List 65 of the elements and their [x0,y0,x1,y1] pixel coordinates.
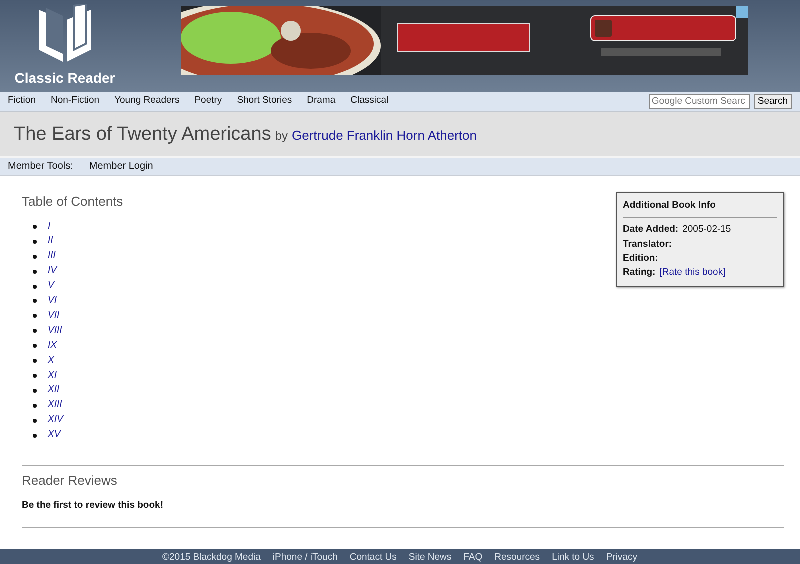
author-link[interactable]: Gertrude Franklin Horn Atherton [292,126,477,146]
reviews-heading: Reader Reviews [22,472,118,490]
field-label: Edition: [623,252,658,266]
chapter-link[interactable]: XIV [48,413,64,428]
by-text: by [275,128,288,145]
bullet-icon [33,434,37,438]
field-label: Translator: [623,238,672,252]
open-book-icon[interactable] [36,4,94,64]
bullet-icon [33,388,37,393]
review-prompt: Be the first to review this book! [22,498,164,512]
bullet-icon [33,418,37,423]
footer-link[interactable]: iPhone / iTouch [272,550,338,564]
chapter-link[interactable]: XIII [48,398,62,414]
rate-link[interactable]: [Rate this book] [660,266,726,280]
chapter-link[interactable]: VI [48,294,57,309]
nav-link[interactable]: Non-Fiction [50,94,100,109]
chapter-link[interactable]: XV [48,428,61,444]
bullet-icon [33,374,37,378]
chapter-link[interactable]: XII [48,383,60,398]
chapter-link[interactable]: IX [48,338,57,354]
bullet-icon [33,284,37,289]
chapter-link[interactable]: II [48,234,54,250]
nav-link[interactable]: Classical [350,94,389,109]
search-button[interactable]: Search [754,94,792,109]
nav-link[interactable]: Young Readers [114,94,180,109]
bullet-icon [33,224,37,229]
footer-link[interactable]: Site News [408,550,452,564]
bullet-icon [33,314,37,318]
chapter-link[interactable]: V [48,279,54,294]
chapter-link[interactable]: VIII [48,324,62,339]
copyright-text: ©2015 Blackdog Media [162,550,261,564]
toc-heading: Table of Contents [22,193,124,211]
info-heading: Additional Book Info [623,199,777,218]
field-value: 2005-02-15 [682,223,732,238]
bullet-icon [33,299,37,304]
member-tools-label: Member Tools: [8,160,74,174]
bullet-icon [33,344,37,348]
bullet-icon [33,329,37,334]
search-field[interactable]: Google Custom Searc [648,94,750,109]
chapter-link[interactable]: IV [48,264,57,280]
nav-link[interactable]: Poetry [194,94,222,109]
nav-link[interactable]: Drama [307,94,336,109]
footer-link[interactable]: Privacy [606,550,638,564]
bullet-icon [33,254,37,259]
footer-link[interactable]: FAQ [464,550,483,564]
bullet-icon [33,404,37,408]
nav-link[interactable]: Short Stories [237,94,292,109]
member-login-link[interactable]: Member Login [89,159,154,174]
book-title: The Ears of Twenty Americans [14,123,272,147]
footer-link[interactable]: Link to Us [552,550,594,564]
bullet-icon [33,359,37,364]
bullet-icon [33,240,37,244]
field-label: Rating: [623,266,656,280]
bullet-icon [33,270,37,274]
chapter-link[interactable]: I [48,220,51,234]
site-logo-text[interactable]: Classic Reader [14,68,116,89]
field-label: Date Added: [623,223,679,238]
footer-link[interactable]: Contact Us [350,550,397,564]
chapter-link[interactable]: VII [48,308,60,324]
review-link[interactable]: review [86,500,116,510]
nav-link[interactable]: Fiction [8,94,36,109]
chapter-link[interactable]: X [48,354,54,369]
footer-link[interactable]: Resources [494,550,540,564]
chapter-link[interactable]: III [48,249,56,264]
chapter-link[interactable]: XI [48,368,57,384]
